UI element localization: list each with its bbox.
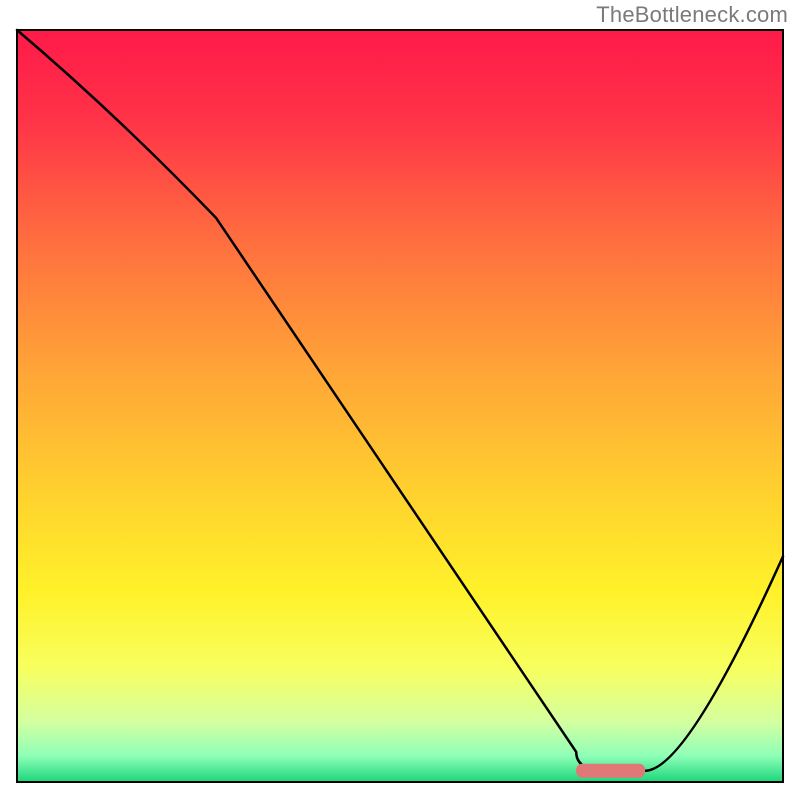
bottleneck-chart <box>0 0 800 800</box>
chart-stage: TheBottleneck.com <box>0 0 800 800</box>
optimum-marker <box>576 764 645 778</box>
watermark-text: TheBottleneck.com <box>596 2 788 28</box>
plot-background <box>17 30 783 782</box>
